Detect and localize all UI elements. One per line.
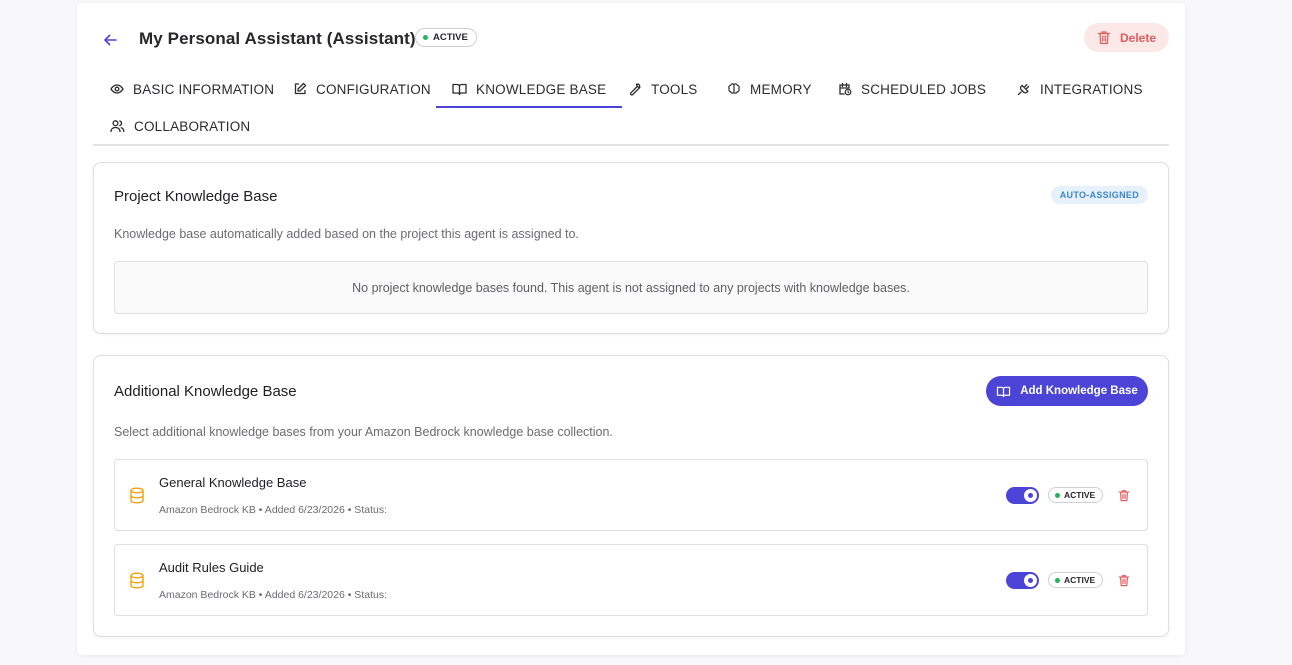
tab-basic-information[interactable]: BASIC INFORMATION bbox=[110, 70, 274, 108]
page-header: My Personal Assistant (Assistant) ACTIVE… bbox=[77, 23, 1185, 59]
wrench-icon bbox=[629, 83, 641, 96]
trash-icon bbox=[1118, 574, 1130, 586]
book-icon bbox=[997, 386, 1011, 397]
tab-collaboration[interactable]: COLLABORATION bbox=[110, 107, 250, 145]
status-badge: ACTIVE bbox=[1048, 487, 1104, 503]
additional-knowledge-base-card: Additional Knowledge Base Add Knowledge … bbox=[93, 355, 1169, 637]
tab-label: COLLABORATION bbox=[134, 118, 251, 134]
add-knowledge-base-button[interactable]: Add Knowledge Base bbox=[986, 376, 1148, 406]
toggle-knob bbox=[1024, 574, 1037, 587]
database-icon bbox=[130, 572, 144, 589]
status-badge-label: ACTIVE bbox=[1064, 490, 1096, 500]
tab-scheduled-jobs[interactable]: SCHEDULED JOBS bbox=[838, 70, 986, 108]
knowledge-base-meta: Amazon Bedrock KB • Added 6/23/2026 • St… bbox=[159, 504, 387, 516]
tab-label: BASIC INFORMATION bbox=[133, 81, 275, 97]
tab-memory[interactable]: MEMORY bbox=[727, 70, 812, 108]
card-title: Project Knowledge Base bbox=[114, 188, 278, 205]
card-title: Additional Knowledge Base bbox=[114, 383, 297, 400]
status-dot-icon bbox=[423, 35, 428, 40]
remove-knowledge-base-button[interactable] bbox=[1117, 487, 1131, 503]
status-dot-icon bbox=[1055, 577, 1060, 583]
tab-label: TOOLS bbox=[651, 81, 698, 97]
add-knowledge-base-label: Add Knowledge Base bbox=[1020, 385, 1138, 397]
tab-tools[interactable]: TOOLS bbox=[628, 70, 698, 108]
knowledge-base-row: General Knowledge Base Amazon Bedrock KB… bbox=[114, 459, 1148, 531]
knowledge-base-toggle[interactable] bbox=[1006, 487, 1039, 504]
page-title: My Personal Assistant (Assistant) bbox=[139, 29, 416, 48]
tab-configuration[interactable]: CONFIGURATION bbox=[293, 70, 431, 108]
card-description: Knowledge base automatically added based… bbox=[114, 227, 579, 241]
tab-label: KNOWLEDGE BASE bbox=[476, 81, 607, 97]
tab-knowledge-base[interactable]: KNOWLEDGE BASE bbox=[436, 70, 623, 108]
status-badge-label: ACTIVE bbox=[433, 32, 468, 43]
tab-label: SCHEDULED JOBS bbox=[861, 81, 987, 97]
knowledge-base-toggle[interactable] bbox=[1006, 572, 1039, 589]
status-badge: ACTIVE bbox=[415, 28, 477, 47]
remove-knowledge-base-button[interactable] bbox=[1117, 572, 1131, 588]
knowledge-base-name: General Knowledge Base bbox=[159, 475, 307, 490]
edit-icon bbox=[294, 82, 307, 95]
tab-integrations[interactable]: INTEGRATIONS bbox=[1017, 70, 1143, 108]
book-icon bbox=[452, 83, 467, 96]
status-badge: ACTIVE bbox=[1048, 572, 1104, 588]
toggle-knob bbox=[1024, 489, 1037, 502]
plug-icon bbox=[1017, 84, 1030, 96]
knowledge-base-meta: Amazon Bedrock KB • Added 6/23/2026 • St… bbox=[159, 589, 387, 601]
trash-icon bbox=[1118, 489, 1130, 501]
tab-label: INTEGRATIONS bbox=[1040, 81, 1143, 97]
empty-state-message: No project knowledge bases found. This a… bbox=[114, 261, 1148, 314]
database-icon bbox=[130, 487, 144, 504]
brain-icon bbox=[728, 83, 740, 94]
delete-button[interactable]: Delete bbox=[1084, 23, 1169, 52]
back-arrow-icon[interactable] bbox=[99, 29, 121, 51]
status-dot-icon bbox=[1055, 492, 1060, 498]
eye-icon bbox=[110, 84, 124, 94]
auto-assigned-badge: AUTO-ASSIGNED bbox=[1050, 186, 1148, 204]
agent-detail-page: My Personal Assistant (Assistant) ACTIVE… bbox=[77, 3, 1185, 655]
card-description: Select additional knowledge bases from y… bbox=[114, 425, 613, 439]
trash-icon bbox=[1097, 31, 1111, 45]
tab-label: MEMORY bbox=[750, 81, 812, 97]
users-icon bbox=[110, 120, 125, 133]
project-knowledge-base-card: Project Knowledge Base AUTO-ASSIGNED Kno… bbox=[93, 162, 1169, 334]
tab-bar: BASIC INFORMATION CONFIGURATION KNOWLEDG… bbox=[93, 70, 1169, 146]
knowledge-base-row: Audit Rules Guide Amazon Bedrock KB • Ad… bbox=[114, 544, 1148, 616]
status-badge-label: ACTIVE bbox=[1064, 575, 1096, 585]
tab-label: CONFIGURATION bbox=[316, 81, 431, 97]
delete-button-label: Delete bbox=[1119, 30, 1157, 45]
calendar-clock-icon bbox=[839, 82, 852, 96]
knowledge-base-name: Audit Rules Guide bbox=[159, 560, 264, 575]
